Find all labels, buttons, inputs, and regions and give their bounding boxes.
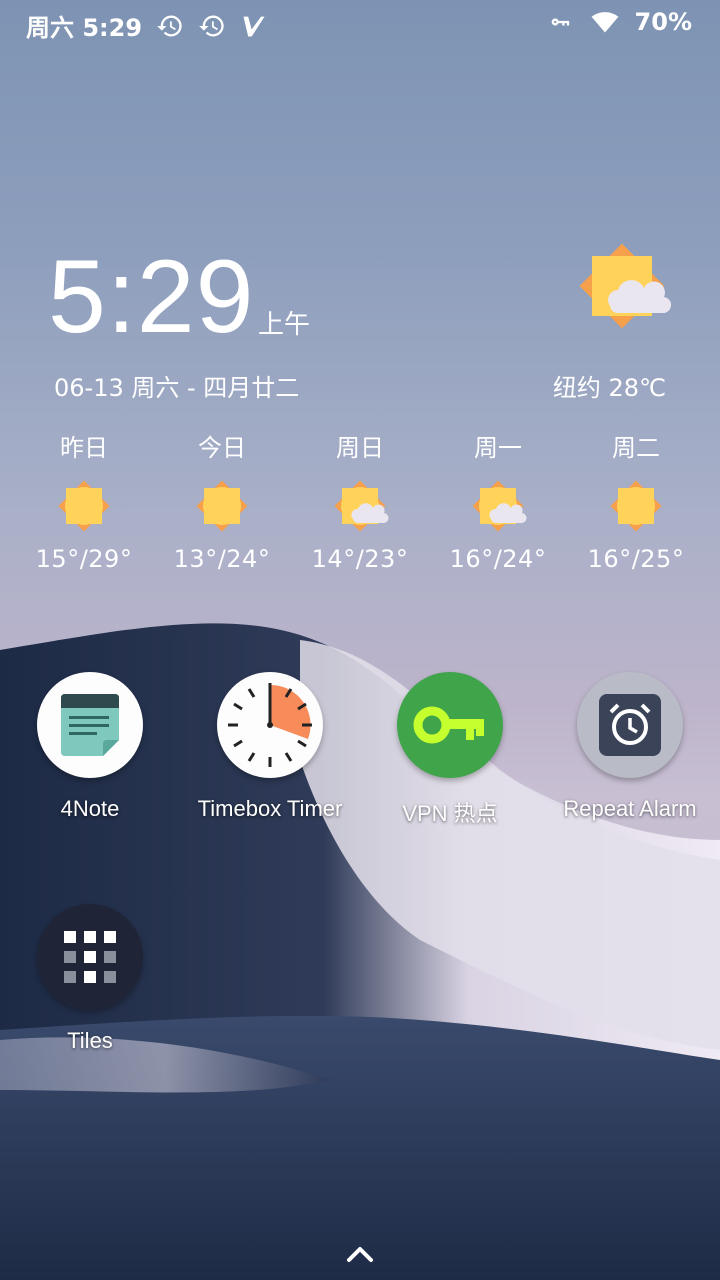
forecast-temp: 16°/24° bbox=[449, 545, 547, 573]
sun-icon bbox=[196, 480, 248, 532]
app-icon-bg[interactable] bbox=[397, 672, 503, 778]
forecast-temp: 13°/24° bbox=[173, 545, 271, 573]
app-icon-bg[interactable] bbox=[577, 672, 683, 778]
history-icon bbox=[157, 15, 182, 36]
app-label: Timebox Timer bbox=[197, 796, 343, 821]
app-vpn-hotspot[interactable]: VPN 热点 bbox=[360, 672, 540, 828]
forecast-day: 周日 14°/23° bbox=[300, 428, 420, 573]
forecast-day-label: 昨日 bbox=[60, 434, 108, 462]
grid-icon bbox=[64, 931, 116, 983]
app-icon-bg[interactable] bbox=[37, 904, 143, 1010]
battery-level: 70% bbox=[634, 8, 692, 36]
status-bar: 周六 5:29 70% bbox=[0, 0, 720, 48]
forecast-day: 周一 16°/24° bbox=[438, 428, 558, 573]
clock-time[interactable]: 5:29 bbox=[48, 238, 254, 357]
sun-cloud-icon[interactable] bbox=[570, 236, 674, 336]
forecast-day-label: 今日 bbox=[198, 434, 246, 462]
clock-ampm: 上午 bbox=[258, 310, 311, 340]
alarm-clock-icon bbox=[599, 694, 661, 756]
forecast-temp: 16°/25° bbox=[587, 545, 685, 573]
history-icon bbox=[199, 15, 224, 36]
note-icon bbox=[61, 694, 119, 756]
sun-icon bbox=[58, 480, 110, 532]
app-icon-bg[interactable] bbox=[217, 672, 323, 778]
forecast-day-label: 周二 bbox=[612, 434, 660, 462]
v-logo-icon bbox=[243, 16, 265, 36]
app-repeat-alarm[interactable]: Repeat Alarm bbox=[540, 672, 720, 822]
wallpaper bbox=[0, 623, 720, 1280]
forecast-day: 昨日 15°/29° bbox=[24, 428, 144, 573]
key-icon bbox=[413, 706, 484, 744]
app-timebox-timer[interactable]: Timebox Timer bbox=[180, 672, 360, 822]
app-label: 4Note bbox=[60, 796, 120, 821]
sun-cloud-icon bbox=[334, 480, 389, 532]
forecast-temp: 14°/23° bbox=[311, 545, 409, 573]
chevron-up-icon[interactable] bbox=[345, 1242, 375, 1264]
vpn-key-icon bbox=[551, 18, 569, 26]
forecast-temp: 15°/29° bbox=[35, 545, 133, 573]
status-time: 周六 5:29 bbox=[26, 14, 143, 42]
clock-date[interactable]: 06-13 周六 - 四月廿二 bbox=[54, 368, 299, 403]
forecast-day: 周二 16°/25° bbox=[576, 428, 696, 573]
forecast-day-label: 周日 bbox=[336, 434, 384, 462]
sun-icon bbox=[610, 480, 662, 532]
sun-cloud-icon bbox=[472, 480, 527, 532]
forecast-day-label: 周一 bbox=[474, 434, 522, 462]
timer-icon bbox=[228, 683, 312, 767]
wifi-icon bbox=[591, 12, 618, 33]
city-temperature[interactable]: 纽约 28℃ bbox=[553, 368, 666, 403]
app-label: Tiles bbox=[67, 1028, 113, 1053]
app-icon-bg[interactable] bbox=[37, 672, 143, 778]
app-4note[interactable]: 4Note bbox=[0, 672, 180, 822]
app-label: Repeat Alarm bbox=[563, 796, 697, 821]
app-tiles[interactable]: Tiles bbox=[0, 904, 180, 1054]
forecast-day: 今日 13°/24° bbox=[162, 428, 282, 573]
app-label: VPN 热点 bbox=[402, 801, 498, 826]
